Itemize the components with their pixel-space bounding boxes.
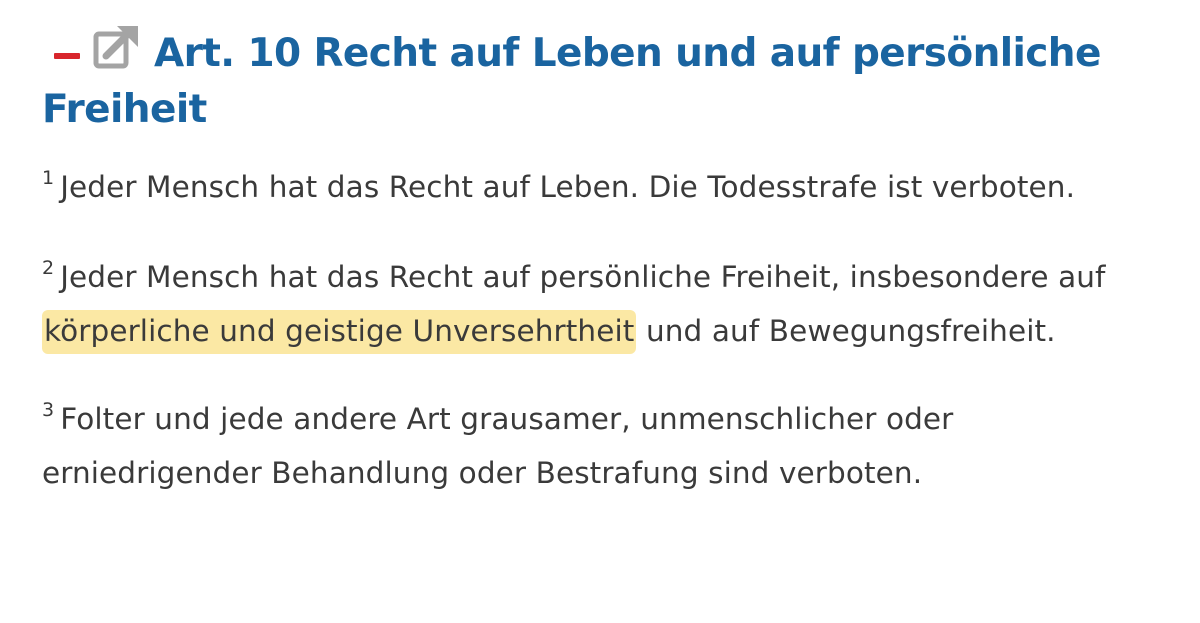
highlighted-text: körperliche und geistige Unversehrtheit (42, 310, 637, 354)
paragraph-text-after: und auf Bewegungsfreiheit. (645, 314, 1056, 348)
paragraph-text: Jeder Mensch hat das Recht auf Leben. Di… (60, 170, 1076, 204)
external-link-glyph (93, 26, 138, 69)
article: Art. 10 Recht auf Leben und auf persönli… (42, 22, 1152, 500)
collapse-minus-icon[interactable] (52, 38, 82, 68)
external-link-icon[interactable] (92, 22, 142, 72)
paragraph-number: 2 (42, 257, 55, 279)
paragraph-3: 3 Folter und jede andere Art grausamer, u… (42, 392, 1152, 500)
paragraph-number: 3 (42, 399, 55, 421)
article-heading: Art. 10 Recht auf Leben und auf persönli… (42, 22, 1152, 138)
paragraph-text: Folter und jede andere Art grausamer, un… (42, 402, 954, 490)
paragraph-1: 1 Jeder Mensch hat das Recht auf Leben. D… (42, 160, 1152, 214)
article-title: Art. 10 Recht auf Leben und auf persönli… (42, 31, 1101, 132)
paragraph-2: 2 Jeder Mensch hat das Recht auf persönli… (42, 250, 1152, 358)
paragraph-number: 1 (42, 167, 55, 189)
paragraph-text: Jeder Mensch hat das Recht auf persönlic… (60, 260, 1106, 294)
